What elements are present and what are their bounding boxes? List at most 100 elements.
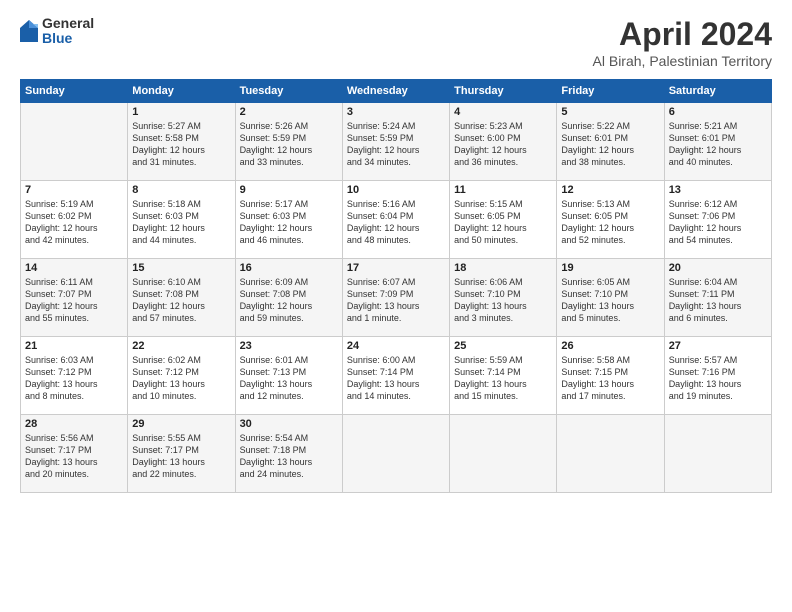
logo: General Blue: [20, 16, 94, 47]
day-number: 4: [454, 106, 552, 118]
calendar-cell: 17 Sunrise: 6:07 AM Sunset: 7:09 PM Dayli…: [342, 259, 449, 337]
location: Al Birah, Palestinian Territory: [593, 53, 772, 69]
day-info: Sunrise: 5:19 AM Sunset: 6:02 PM Dayligh…: [25, 198, 123, 247]
day-info: Sunrise: 6:04 AM Sunset: 7:11 PM Dayligh…: [669, 276, 767, 325]
calendar-cell: 9 Sunrise: 5:17 AM Sunset: 6:03 PM Daylig…: [235, 181, 342, 259]
day-info: Sunrise: 5:59 AM Sunset: 7:14 PM Dayligh…: [454, 354, 552, 403]
calendar-cell: 21 Sunrise: 6:03 AM Sunset: 7:12 PM Dayli…: [21, 337, 128, 415]
calendar-cell: [557, 415, 664, 493]
calendar-header: SundayMondayTuesdayWednesdayThursdayFrid…: [21, 80, 772, 103]
day-info: Sunrise: 6:10 AM Sunset: 7:08 PM Dayligh…: [132, 276, 230, 325]
day-number: 24: [347, 340, 445, 352]
day-info: Sunrise: 5:54 AM Sunset: 7:18 PM Dayligh…: [240, 432, 338, 481]
calendar-cell: 3 Sunrise: 5:24 AM Sunset: 5:59 PM Daylig…: [342, 103, 449, 181]
week-row-3: 21 Sunrise: 6:03 AM Sunset: 7:12 PM Dayli…: [21, 337, 772, 415]
day-number: 12: [561, 184, 659, 196]
day-number: 19: [561, 262, 659, 274]
day-info: Sunrise: 5:57 AM Sunset: 7:16 PM Dayligh…: [669, 354, 767, 403]
calendar-cell: 4Sunrise: 5:23 AM Sunset: 6:00 PM Daylig…: [450, 103, 557, 181]
header-tuesday: Tuesday: [235, 80, 342, 103]
day-number: 9: [240, 184, 338, 196]
day-info: Sunrise: 6:05 AM Sunset: 7:10 PM Dayligh…: [561, 276, 659, 325]
day-info: Sunrise: 5:13 AM Sunset: 6:05 PM Dayligh…: [561, 198, 659, 247]
day-number: 28: [25, 418, 123, 430]
header-sunday: Sunday: [21, 80, 128, 103]
calendar-cell: 30 Sunrise: 5:54 AM Sunset: 7:18 PM Dayli…: [235, 415, 342, 493]
logo-icon: [20, 20, 38, 42]
calendar-cell: 7 Sunrise: 5:19 AM Sunset: 6:02 PM Daylig…: [21, 181, 128, 259]
calendar-cell: [450, 415, 557, 493]
day-info: Sunrise: 5:58 AM Sunset: 7:15 PM Dayligh…: [561, 354, 659, 403]
header-wednesday: Wednesday: [342, 80, 449, 103]
month-title: April 2024: [593, 16, 772, 53]
day-number: 3: [347, 106, 445, 118]
calendar-cell: [664, 415, 771, 493]
day-number: 1: [132, 106, 230, 118]
day-number: 21: [25, 340, 123, 352]
day-info: Sunrise: 6:06 AM Sunset: 7:10 PM Dayligh…: [454, 276, 552, 325]
day-info: Sunrise: 6:07 AM Sunset: 7:09 PM Dayligh…: [347, 276, 445, 325]
day-number: 18: [454, 262, 552, 274]
calendar-cell: 22 Sunrise: 6:02 AM Sunset: 7:12 PM Dayli…: [128, 337, 235, 415]
day-number: 26: [561, 340, 659, 352]
day-info: Sunrise: 6:02 AM Sunset: 7:12 PM Dayligh…: [132, 354, 230, 403]
calendar-cell: 27 Sunrise: 5:57 AM Sunset: 7:16 PM Dayli…: [664, 337, 771, 415]
calendar-body: 1 Sunrise: 5:27 AM Sunset: 5:58 PM Daylig…: [21, 103, 772, 493]
day-number: 11: [454, 184, 552, 196]
calendar-cell: 14Sunrise: 6:11 AM Sunset: 7:07 PM Dayli…: [21, 259, 128, 337]
calendar-cell: 16Sunrise: 6:09 AM Sunset: 7:08 PM Dayli…: [235, 259, 342, 337]
day-info: Sunrise: 5:21 AM Sunset: 6:01 PM Dayligh…: [669, 120, 767, 169]
week-row-2: 14Sunrise: 6:11 AM Sunset: 7:07 PM Dayli…: [21, 259, 772, 337]
calendar-cell: 19 Sunrise: 6:05 AM Sunset: 7:10 PM Dayli…: [557, 259, 664, 337]
day-number: 7: [25, 184, 123, 196]
logo-text: General Blue: [42, 16, 94, 47]
calendar-cell: 13Sunrise: 6:12 AM Sunset: 7:06 PM Dayli…: [664, 181, 771, 259]
day-number: 22: [132, 340, 230, 352]
day-info: Sunrise: 5:22 AM Sunset: 6:01 PM Dayligh…: [561, 120, 659, 169]
calendar-cell: [21, 103, 128, 181]
calendar-cell: 23Sunrise: 6:01 AM Sunset: 7:13 PM Dayli…: [235, 337, 342, 415]
day-info: Sunrise: 5:16 AM Sunset: 6:04 PM Dayligh…: [347, 198, 445, 247]
day-number: 6: [669, 106, 767, 118]
header-monday: Monday: [128, 80, 235, 103]
calendar-cell: 10Sunrise: 5:16 AM Sunset: 6:04 PM Dayli…: [342, 181, 449, 259]
day-number: 27: [669, 340, 767, 352]
header-row: SundayMondayTuesdayWednesdayThursdayFrid…: [21, 80, 772, 103]
calendar-cell: 1 Sunrise: 5:27 AM Sunset: 5:58 PM Daylig…: [128, 103, 235, 181]
day-info: Sunrise: 6:12 AM Sunset: 7:06 PM Dayligh…: [669, 198, 767, 247]
calendar-cell: 29 Sunrise: 5:55 AM Sunset: 7:17 PM Dayli…: [128, 415, 235, 493]
calendar-cell: 2Sunrise: 5:26 AM Sunset: 5:59 PM Daylig…: [235, 103, 342, 181]
header-friday: Friday: [557, 80, 664, 103]
header-thursday: Thursday: [450, 80, 557, 103]
day-info: Sunrise: 5:17 AM Sunset: 6:03 PM Dayligh…: [240, 198, 338, 247]
day-number: 23: [240, 340, 338, 352]
day-info: Sunrise: 6:11 AM Sunset: 7:07 PM Dayligh…: [25, 276, 123, 325]
day-info: Sunrise: 5:55 AM Sunset: 7:17 PM Dayligh…: [132, 432, 230, 481]
calendar-cell: 6 Sunrise: 5:21 AM Sunset: 6:01 PM Daylig…: [664, 103, 771, 181]
day-info: Sunrise: 5:27 AM Sunset: 5:58 PM Dayligh…: [132, 120, 230, 169]
calendar-page: General Blue April 2024 Al Birah, Palest…: [0, 0, 792, 612]
calendar-cell: 28 Sunrise: 5:56 AM Sunset: 7:17 PM Dayli…: [21, 415, 128, 493]
header: General Blue April 2024 Al Birah, Palest…: [20, 16, 772, 69]
calendar-cell: 25Sunrise: 5:59 AM Sunset: 7:14 PM Dayli…: [450, 337, 557, 415]
day-number: 20: [669, 262, 767, 274]
title-block: April 2024 Al Birah, Palestinian Territo…: [593, 16, 772, 69]
header-saturday: Saturday: [664, 80, 771, 103]
calendar-cell: 5 Sunrise: 5:22 AM Sunset: 6:01 PM Daylig…: [557, 103, 664, 181]
day-number: 30: [240, 418, 338, 430]
day-number: 15: [132, 262, 230, 274]
day-info: Sunrise: 5:56 AM Sunset: 7:17 PM Dayligh…: [25, 432, 123, 481]
logo-general: General: [42, 16, 94, 31]
calendar-cell: 18 Sunrise: 6:06 AM Sunset: 7:10 PM Dayli…: [450, 259, 557, 337]
day-info: Sunrise: 6:00 AM Sunset: 7:14 PM Dayligh…: [347, 354, 445, 403]
calendar-table: SundayMondayTuesdayWednesdayThursdayFrid…: [20, 79, 772, 493]
calendar-cell: 20 Sunrise: 6:04 AM Sunset: 7:11 PM Dayli…: [664, 259, 771, 337]
day-number: 29: [132, 418, 230, 430]
calendar-cell: 15 Sunrise: 6:10 AM Sunset: 7:08 PM Dayli…: [128, 259, 235, 337]
day-number: 2: [240, 106, 338, 118]
day-info: Sunrise: 6:03 AM Sunset: 7:12 PM Dayligh…: [25, 354, 123, 403]
week-row-1: 7 Sunrise: 5:19 AM Sunset: 6:02 PM Daylig…: [21, 181, 772, 259]
day-number: 5: [561, 106, 659, 118]
day-number: 17: [347, 262, 445, 274]
day-info: Sunrise: 5:24 AM Sunset: 5:59 PM Dayligh…: [347, 120, 445, 169]
